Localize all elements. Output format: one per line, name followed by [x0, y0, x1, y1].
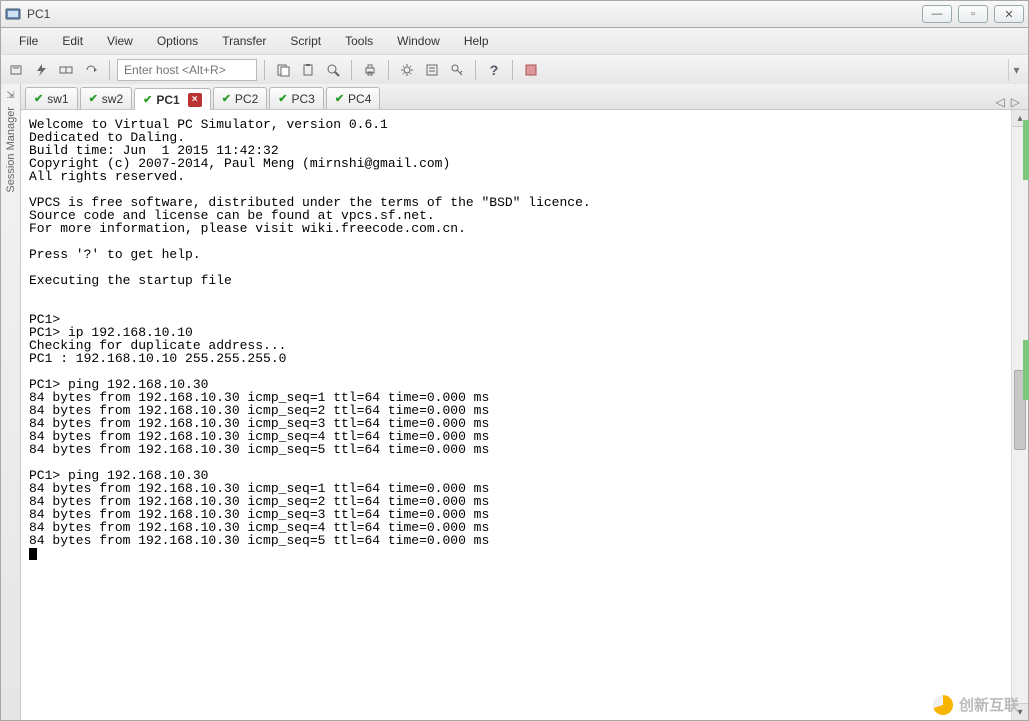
check-icon: ✔	[222, 92, 231, 105]
minimize-button[interactable]: —	[922, 5, 952, 23]
app-icon	[5, 6, 21, 22]
tab-pc2[interactable]: ✔ PC2	[213, 87, 268, 109]
tab-close-icon[interactable]: ×	[188, 93, 202, 107]
tab-label: sw1	[47, 92, 68, 106]
tab-label: PC1	[156, 93, 179, 107]
find-icon[interactable]	[322, 59, 344, 81]
separator	[351, 60, 352, 80]
watermark: 创新互联	[933, 694, 1019, 715]
separator	[475, 60, 476, 80]
cursor	[29, 548, 37, 560]
tabs-scroll-left[interactable]: ◁	[996, 95, 1005, 109]
properties-icon[interactable]	[421, 59, 443, 81]
tabs-scroll-right[interactable]: ▷	[1011, 95, 1020, 109]
menu-options[interactable]: Options	[147, 31, 208, 51]
tab-label: PC2	[235, 92, 258, 106]
client-area: ⇲ Session Manager ✔sw1✔sw2✔PC1×✔PC2✔PC3✔…	[0, 84, 1029, 721]
connect-icon[interactable]	[5, 59, 27, 81]
menubar: File Edit View Options Transfer Script T…	[0, 28, 1029, 54]
tab-label: PC4	[348, 92, 371, 106]
pin-icon: ⇲	[6, 90, 14, 101]
terminal-wrap: Welcome to Virtual PC Simulator, version…	[21, 110, 1028, 720]
separator	[388, 60, 389, 80]
separator	[512, 60, 513, 80]
toolbar: ? ▾	[0, 54, 1029, 84]
vertical-scrollbar[interactable]: ▴ ▾	[1011, 110, 1028, 720]
extra-icon[interactable]	[520, 59, 542, 81]
tab-pc1[interactable]: ✔ PC1 ×	[134, 88, 211, 110]
menu-tools[interactable]: Tools	[335, 31, 383, 51]
menu-window[interactable]: Window	[387, 31, 450, 51]
tab-pc4[interactable]: ✔ PC4	[326, 87, 381, 109]
main-column: ✔ sw1 ✔ sw2 ✔ PC1 × ✔ PC2 ✔ PC3 ✔ PC4 ◁ ▷ Welcome to…	[21, 84, 1028, 720]
lightning-icon[interactable]	[30, 59, 52, 81]
close-window-button[interactable]: ✕	[994, 5, 1024, 23]
menu-edit[interactable]: Edit	[52, 31, 93, 51]
menu-help[interactable]: Help	[454, 31, 499, 51]
menu-transfer[interactable]: Transfer	[212, 31, 276, 51]
session-manager-tab[interactable]: ⇲ Session Manager	[1, 84, 21, 720]
tab-label: sw2	[102, 92, 123, 106]
tab-sw2[interactable]: ✔ sw2	[80, 87, 133, 109]
maximize-button[interactable]: ▫	[958, 5, 988, 23]
copy-icon[interactable]	[272, 59, 294, 81]
check-icon: ✔	[89, 92, 98, 105]
window-controls: — ▫ ✕	[922, 5, 1024, 23]
menu-view[interactable]: View	[97, 31, 143, 51]
separator	[109, 60, 110, 80]
tabs-bar: ✔ sw1 ✔ sw2 ✔ PC1 × ✔ PC2 ✔ PC3 ✔ PC4 ◁ ▷	[21, 84, 1028, 110]
window-title: PC1	[27, 7, 922, 21]
menu-file[interactable]: File	[9, 31, 48, 51]
watermark-text: 创新互联	[959, 694, 1019, 715]
disconnect-icon[interactable]	[80, 59, 102, 81]
menu-script[interactable]: Script	[280, 31, 331, 51]
print-icon[interactable]	[359, 59, 381, 81]
check-icon: ✔	[143, 93, 152, 106]
paste-icon[interactable]	[297, 59, 319, 81]
key-icon[interactable]	[446, 59, 468, 81]
check-icon: ✔	[34, 92, 43, 105]
toolbar-overflow[interactable]: ▾	[1008, 59, 1024, 81]
side-marker	[1023, 120, 1029, 180]
tab-sw1[interactable]: ✔ sw1	[25, 87, 78, 109]
tab-pc3[interactable]: ✔ PC3	[269, 87, 324, 109]
help-icon[interactable]: ?	[483, 59, 505, 81]
side-marker	[1023, 340, 1029, 400]
reconnect-icon[interactable]	[55, 59, 77, 81]
terminal[interactable]: Welcome to Virtual PC Simulator, version…	[21, 110, 1011, 720]
gear-icon[interactable]	[396, 59, 418, 81]
session-manager-label: Session Manager	[5, 107, 17, 193]
host-input[interactable]	[117, 59, 257, 81]
check-icon: ✔	[278, 92, 287, 105]
separator	[264, 60, 265, 80]
tab-label: PC3	[291, 92, 314, 106]
titlebar: PC1 — ▫ ✕	[0, 0, 1029, 28]
watermark-logo-icon	[933, 695, 953, 715]
tabs-nav: ◁ ▷	[996, 95, 1024, 109]
check-icon: ✔	[335, 92, 344, 105]
